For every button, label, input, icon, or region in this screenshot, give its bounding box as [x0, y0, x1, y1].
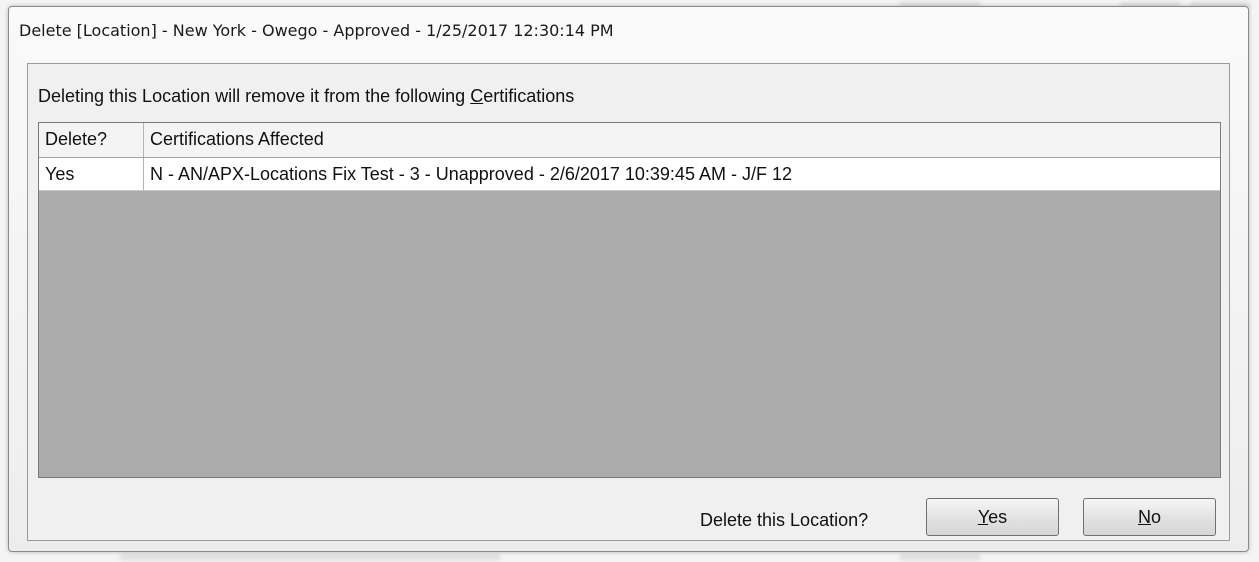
prompt-text-before: Deleting this Location will remove it fr…: [38, 86, 471, 106]
delete-location-dialog: Delete [Location] - New York - Owego - A…: [8, 6, 1249, 552]
grid-header: Delete? Certifications Affected: [39, 123, 1220, 158]
cell-certification[interactable]: N - AN/APX-Locations Fix Test - 3 - Unap…: [144, 158, 1220, 190]
yes-label-rest: es: [988, 507, 1008, 527]
no-button[interactable]: No: [1083, 498, 1216, 536]
deletion-prompt: Deleting this Location will remove it fr…: [38, 86, 574, 107]
yes-accelerator: Y: [977, 507, 989, 527]
column-header-delete[interactable]: Delete?: [39, 123, 144, 157]
certifications-grid[interactable]: Delete? Certifications Affected Yes N - …: [38, 122, 1221, 478]
column-header-certifications[interactable]: Certifications Affected: [144, 123, 1220, 157]
table-row[interactable]: Yes N - AN/APX-Locations Fix Test - 3 - …: [39, 158, 1220, 191]
cell-delete[interactable]: Yes: [39, 158, 144, 190]
delete-question-label: Delete this Location?: [700, 510, 869, 530]
yes-button[interactable]: Yes: [926, 498, 1059, 536]
window-title: Delete [Location] - New York - Owego - A…: [19, 21, 614, 40]
prompt-accelerator: C: [470, 86, 484, 106]
no-accelerator: N: [1137, 507, 1151, 527]
no-label-rest: o: [1150, 507, 1161, 527]
dialog-body: Deleting this Location will remove it fr…: [27, 63, 1230, 541]
prompt-text-after: ertifications: [483, 86, 575, 106]
title-bar[interactable]: Delete [Location] - New York - Owego - A…: [9, 7, 1248, 55]
